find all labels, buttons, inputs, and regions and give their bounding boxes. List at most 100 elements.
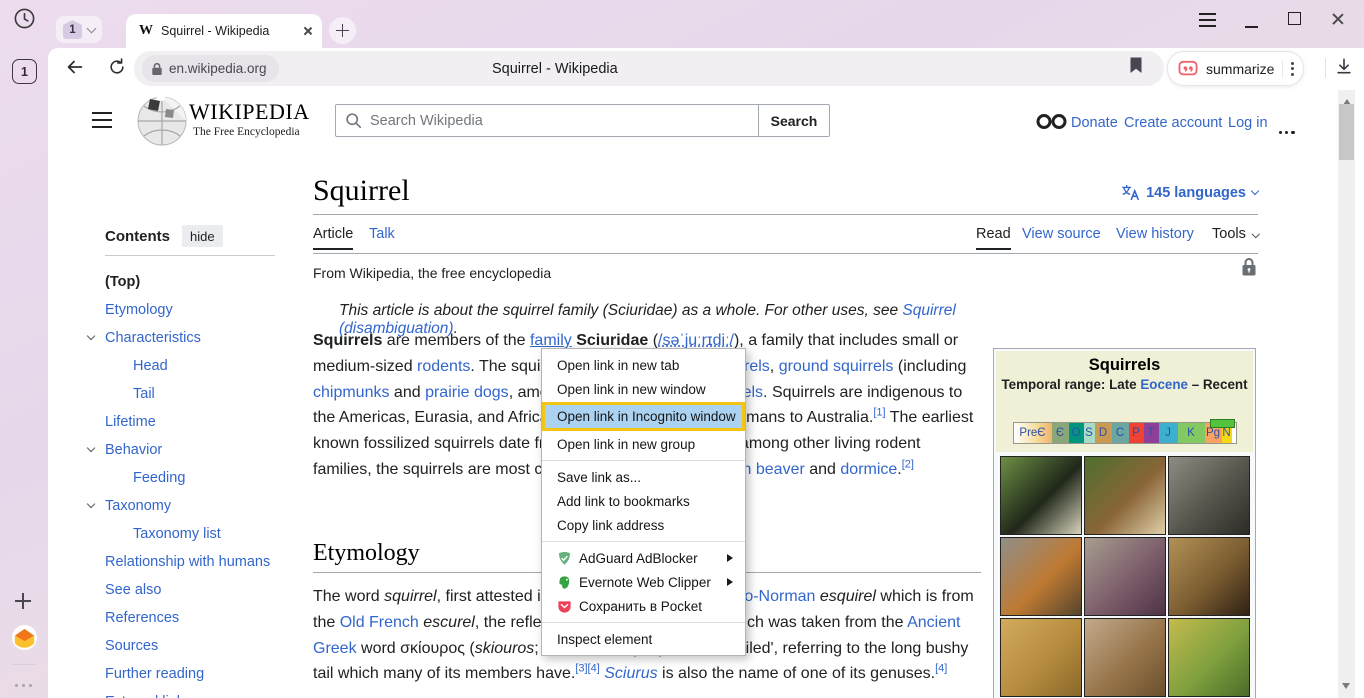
tab-talk[interactable]: Talk	[369, 226, 395, 242]
black-giant-squirrel-photo[interactable]	[1000, 456, 1082, 535]
timeline-period-D[interactable]: D	[1095, 423, 1112, 443]
chevron-down-icon[interactable]	[87, 444, 95, 452]
standing-ground-squirrels-photo[interactable]	[1000, 618, 1082, 697]
search-button[interactable]: Search	[759, 104, 830, 137]
timeline-period-J[interactable]: J	[1159, 423, 1178, 443]
timeline-period-P[interactable]: P	[1129, 423, 1144, 443]
tab-view-source[interactable]: View source	[1022, 226, 1101, 242]
address-bar[interactable]	[134, 51, 1164, 86]
inline-link[interactable]: Eocene	[1140, 377, 1188, 392]
timeline-period-C[interactable]: C	[1112, 423, 1129, 443]
inline-link[interactable]: family	[530, 332, 572, 349]
toc-item[interactable]: Feeding	[87, 464, 322, 492]
reference-link[interactable]: [3][4]	[575, 663, 599, 675]
summarize-menu-icon[interactable]	[1291, 59, 1294, 78]
toc-item[interactable]: Taxonomy	[87, 492, 322, 520]
tab-close-icon[interactable]	[302, 26, 312, 36]
scroll-down-arrow[interactable]	[1342, 683, 1350, 693]
wikipedia-globe-logo[interactable]	[136, 93, 188, 153]
wiki-hamburger-menu[interactable]	[92, 112, 112, 132]
context-menu-item[interactable]: Open link in new window	[542, 377, 745, 401]
prairie-dogs-photo[interactable]	[1168, 618, 1250, 697]
timeline-period-PreЄ[interactable]: PreЄ	[1014, 423, 1052, 443]
toc-item[interactable]: Behavior	[87, 436, 322, 464]
maximize-button[interactable]	[1288, 12, 1301, 25]
create-account-link[interactable]: Create account	[1124, 115, 1222, 131]
timeline-period-K[interactable]: K	[1178, 423, 1205, 443]
languages-selector[interactable]: 145 languages	[1121, 184, 1258, 201]
context-menu-item[interactable]: Open link in new group	[542, 432, 745, 456]
browser-menu-icon[interactable]	[1199, 13, 1216, 31]
toc-hide-button[interactable]: hide	[182, 225, 223, 247]
toc-item[interactable]: Further reading	[87, 660, 322, 688]
toc-item[interactable]: (Top)	[87, 268, 322, 296]
user-menu-ellipsis[interactable]	[1279, 121, 1298, 139]
tab-view-history[interactable]: View history	[1116, 226, 1194, 242]
toc-item[interactable]: Characteristics	[87, 324, 322, 352]
context-menu-item[interactable]: Copy link address	[542, 513, 745, 537]
toc-item[interactable]: See also	[87, 576, 322, 604]
toc-item[interactable]: Sources	[87, 632, 322, 660]
new-tab-button[interactable]	[329, 17, 356, 44]
reference-link[interactable]: [4]	[935, 663, 947, 675]
reference-link[interactable]: [2]	[902, 459, 914, 471]
context-menu-item[interactable]: Evernote Web Clipper	[542, 570, 745, 594]
browser-tab[interactable]: W Squirrel - Wikipedia	[126, 14, 322, 48]
inline-link[interactable]: ground squirrels	[779, 358, 894, 375]
chevron-down-icon[interactable]	[87, 332, 95, 340]
context-menu-item[interactable]: Save link as...	[542, 465, 745, 489]
history-clock-icon[interactable]	[13, 7, 36, 35]
inline-link[interactable]: /səˈjuːrɪdiː/	[658, 332, 734, 349]
sidebar-more-button[interactable]	[15, 674, 36, 692]
url-pill[interactable]: en.wikipedia.org	[142, 55, 279, 82]
hide-extension-icon[interactable]	[1036, 113, 1068, 135]
chipmunk-photo[interactable]	[1084, 456, 1166, 535]
rock-squirrel-photo[interactable]	[1168, 537, 1250, 616]
toc-item[interactable]: Head	[87, 352, 322, 380]
marmots-photo[interactable]	[1084, 618, 1166, 697]
tab-tools[interactable]: Tools	[1212, 226, 1258, 242]
sidebar-tab-counter[interactable]: 1	[12, 59, 37, 84]
toc-item[interactable]: Etymology	[87, 296, 322, 324]
bookmark-icon[interactable]	[1128, 56, 1144, 80]
fox-squirrel-photo[interactable]	[1000, 537, 1082, 616]
tab-read[interactable]: Read	[976, 226, 1011, 242]
donate-link[interactable]: Donate	[1071, 115, 1118, 131]
toc-item[interactable]: Tail	[87, 380, 322, 408]
inline-link[interactable]: prairie dogs	[425, 384, 509, 401]
context-menu-item[interactable]: Сохранить в Pocket	[542, 594, 745, 618]
sidebar-add-button[interactable]	[15, 593, 31, 609]
page-protection-lock-icon[interactable]	[1241, 257, 1257, 282]
wikipedia-wordmark[interactable]: WIKIPEDIA	[189, 99, 310, 125]
gray-squirrel-photo[interactable]	[1168, 456, 1250, 535]
context-menu-item[interactable]: Add link to bookmarks	[542, 489, 745, 513]
inline-link[interactable]: Sciurus	[604, 665, 657, 682]
page-scrollbar[interactable]	[1338, 90, 1355, 698]
context-menu-item[interactable]: AdGuard AdBlocker	[542, 546, 745, 570]
timeline-period-T[interactable]: T	[1144, 423, 1159, 443]
timeline-period-Є[interactable]: Є	[1052, 423, 1069, 443]
minimize-button[interactable]	[1245, 26, 1258, 28]
yandex-mail-icon[interactable]	[11, 624, 38, 656]
inline-link[interactable]: rodents	[417, 358, 470, 375]
inline-link[interactable]: Old French	[340, 614, 419, 631]
inline-link[interactable]: chipmunks	[313, 384, 389, 401]
close-button[interactable]	[1330, 12, 1344, 26]
ground-squirrel-photo[interactable]	[1084, 537, 1166, 616]
reload-button[interactable]	[107, 57, 127, 82]
context-menu-item[interactable]: Open link in Incognito window	[542, 402, 745, 431]
back-button[interactable]	[64, 56, 86, 83]
context-menu-item[interactable]: Open link in new tab	[542, 353, 745, 377]
scrollbar-thumb[interactable]	[1339, 104, 1354, 160]
toc-item[interactable]: External links	[87, 688, 322, 698]
chevron-down-icon[interactable]	[87, 500, 95, 508]
tab-group-pill[interactable]: 1	[56, 16, 102, 43]
downloads-button[interactable]	[1334, 56, 1354, 81]
toc-item[interactable]: References	[87, 604, 322, 632]
toc-item[interactable]: Lifetime	[87, 408, 322, 436]
toc-item[interactable]: Taxonomy list	[87, 520, 322, 548]
summarize-button[interactable]: summarize	[1167, 51, 1304, 86]
tab-article[interactable]: Article	[313, 226, 353, 242]
reference-link[interactable]: [1]	[873, 407, 885, 419]
inline-link[interactable]: dormice	[840, 461, 897, 478]
